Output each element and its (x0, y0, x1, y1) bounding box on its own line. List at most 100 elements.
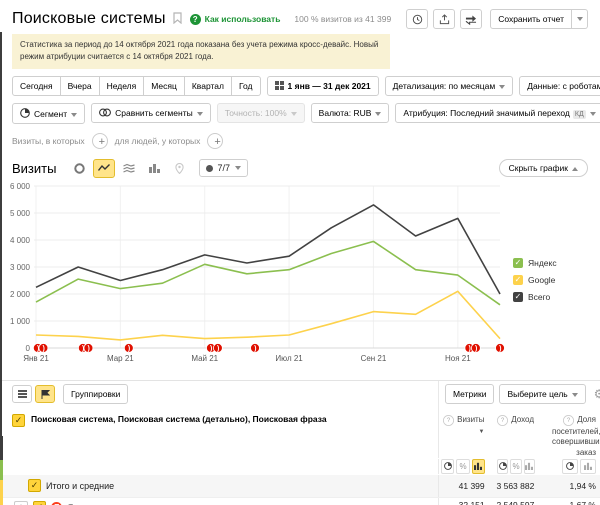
dimension-header[interactable]: Поисковая система, Поисковая система (де… (31, 414, 327, 427)
filter-row: Визиты, в которых + для людей, у которых… (12, 132, 588, 149)
groupings-button[interactable]: Группировки (63, 384, 129, 405)
svg-text:): ) (217, 345, 219, 352)
revenue-bars-toggle[interactable] (523, 458, 535, 474)
share-bars-toggle[interactable] (580, 458, 596, 474)
chart-type-line-button[interactable] (93, 158, 116, 178)
tab-month[interactable]: Месяц (144, 75, 185, 96)
metric-display-toggles: % % (0, 458, 600, 475)
clock-icon (412, 14, 422, 24)
legend-item-total[interactable]: ✓ Всего (513, 291, 557, 302)
how-to-use-link[interactable]: Как использовать (205, 14, 281, 24)
period-tabs: Сегодня Вчера Неделя Месяц Квартал Год (12, 75, 261, 96)
svg-text:): ) (43, 345, 45, 352)
svg-text:): ) (475, 345, 477, 352)
column-header-share[interactable]: ? Доля посетителей, совершивших заказ (552, 408, 600, 458)
legend-item-google[interactable]: ✓ Google (513, 274, 557, 285)
yandex-revenue: 2 549 597 (496, 499, 535, 505)
line-chart-canvas[interactable]: Янв 21 Мар 21 Май 21 Июл 21 Сен 21 Ноя 21 6 00… (0, 180, 505, 372)
table-row-yandex[interactable]: + ✓ Я Яндекс 32 151 2 549 597 1,67 % (0, 496, 600, 505)
report-header: Поисковые системы ? Как использовать 100… (0, 0, 600, 29)
save-report-button[interactable]: Сохранить отчет (490, 9, 572, 29)
chevron-down-icon (589, 112, 596, 117)
compare-venn-icon (99, 108, 112, 117)
share-pie-toggle[interactable] (562, 458, 578, 474)
visits-pie-toggle[interactable] (441, 458, 455, 474)
revenue-pie-toggle[interactable] (497, 458, 509, 474)
chevron-down-icon (375, 112, 382, 117)
svg-text:): ) (469, 345, 471, 352)
column-header-visits[interactable]: ? Визиты ▼ (439, 408, 494, 458)
add-visit-filter-button[interactable]: + (91, 132, 108, 149)
revenue-percent-toggle[interactable]: % (510, 458, 522, 474)
donut-chart-icon (74, 163, 85, 174)
chevron-down-icon (234, 166, 241, 171)
chart-type-columns-button[interactable] (143, 159, 165, 178)
gear-icon[interactable]: ⚙ (594, 387, 600, 401)
currency-dropdown[interactable]: Валюта: RUB (310, 103, 390, 124)
select-all-checkbox[interactable]: ✓ (12, 413, 25, 427)
tab-week[interactable]: Неделя (99, 75, 145, 96)
attribution-dropdown[interactable]: Атрибуция: Последний значимый переход КД (395, 103, 600, 124)
add-people-filter-button[interactable]: + (207, 132, 224, 149)
visits-percent-toggle[interactable]: % (456, 458, 470, 474)
expand-row-button[interactable]: + (14, 500, 28, 505)
compare-segments-dropdown[interactable]: Сравнить сегменты (91, 103, 211, 124)
legend-checkbox-google[interactable]: ✓ (513, 274, 523, 285)
hide-chart-button[interactable]: Скрыть график (498, 159, 588, 178)
export-button[interactable] (433, 9, 456, 29)
metrics-button[interactable]: Метрики (445, 384, 495, 405)
stacked-area-icon (123, 164, 136, 173)
help-badge-icon: ? (189, 13, 201, 25)
yandex-share: 1,67 % (569, 499, 596, 505)
legend-checkbox-total[interactable]: ✓ (513, 291, 523, 302)
goals-dropdown[interactable]: 7/7 (199, 159, 248, 178)
pie-icon (443, 462, 452, 471)
segment-dropdown[interactable]: Сегмент (12, 102, 86, 124)
svg-text:Янв 21: Янв 21 (23, 354, 49, 363)
calendar-icon (274, 80, 284, 90)
svg-text:6 000: 6 000 (10, 182, 31, 191)
table-row-totals[interactable]: ✓ Итого и средние 41 399 3 563 882 1,94 … (0, 474, 600, 497)
tab-yesterday[interactable]: Вчера (60, 75, 100, 96)
tab-year[interactable]: Год (231, 75, 261, 96)
map-pin-icon (175, 162, 184, 174)
list-view-icon (17, 390, 27, 399)
chart-type-map-button[interactable] (168, 159, 190, 178)
row-strip-total (0, 436, 3, 460)
svg-text:): ) (499, 345, 501, 352)
people-filter-label: для людей, у которых (114, 135, 201, 146)
sort-desc-icon[interactable]: ▼ (479, 429, 485, 435)
accuracy-dropdown[interactable]: Точность: 100% (216, 103, 305, 124)
goal-select-dropdown[interactable]: Выберите цель (499, 384, 586, 405)
period-controls-row: Сегодня Вчера Неделя Месяц Квартал Год 1… (12, 75, 600, 96)
history-button[interactable] (406, 9, 429, 29)
chart-type-pie-button[interactable] (68, 159, 90, 178)
view-list-toggle[interactable] (12, 385, 32, 404)
save-report-split-button: Сохранить отчет (490, 9, 588, 29)
data-mode-dropdown[interactable]: Данные: с роботами (519, 75, 600, 96)
detail-dropdown[interactable]: Детализация: по месяцам (384, 75, 514, 96)
svg-text:Май 21: Май 21 (191, 354, 218, 363)
svg-text:): ) (210, 345, 212, 352)
share-button[interactable] (460, 9, 483, 29)
bookmark-icon[interactable] (173, 12, 182, 26)
column-header-revenue[interactable]: ? Доход (494, 408, 552, 458)
segment-controls-row: Сегмент Сравнить сегменты Точность: 100%… (12, 102, 600, 124)
visits-filter-label: Визиты, в которых (12, 135, 85, 146)
view-tree-toggle[interactable] (35, 385, 55, 404)
legend-item-yandex[interactable]: ✓ Яндекс (513, 257, 557, 268)
row-checkbox[interactable]: ✓ (33, 501, 46, 505)
tab-quarter[interactable]: Квартал (184, 75, 232, 96)
tab-today[interactable]: Сегодня (12, 75, 61, 96)
visits-bars-toggle[interactable] (471, 458, 485, 474)
table-header: ✓ Поисковая система, Поисковая система (… (0, 407, 600, 458)
save-report-menu-button[interactable] (572, 9, 588, 29)
row-strip-yandex (0, 460, 3, 480)
legend-checkbox-yandex[interactable]: ✓ (513, 257, 523, 268)
row-checkbox[interactable]: ✓ (28, 479, 41, 493)
date-range-button[interactable]: 1 янв — 31 дек 2021 (266, 75, 379, 96)
bars-icon (474, 463, 483, 471)
cross-device-notice: Статистика за период до 14 октября 2021 … (12, 34, 390, 69)
bars-icon (584, 463, 592, 471)
chart-type-area-button[interactable] (118, 159, 140, 178)
